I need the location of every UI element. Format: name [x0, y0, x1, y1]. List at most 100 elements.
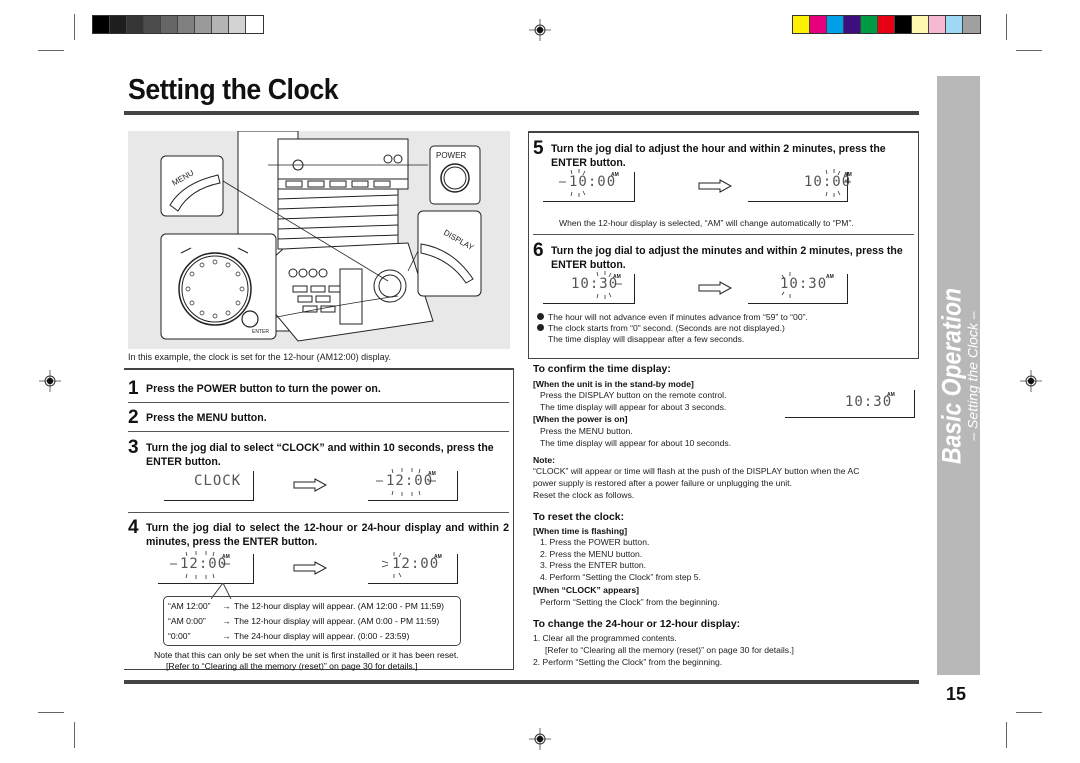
step-number: 4 [128, 517, 139, 538]
change-line: 1. Clear all the programmed contents. [533, 633, 677, 643]
steps-5-and-6: 5 Turn the jog dial to adjust the hour a… [528, 131, 919, 359]
calibration-swatch [878, 16, 895, 33]
reset-flashing-label: [When time is flashing] [533, 526, 628, 536]
calibration-swatch [844, 16, 861, 33]
bottom-rule [124, 680, 919, 684]
confirm-note-line: “CLOCK” will appear or time will flash a… [533, 466, 860, 476]
step-number: 6 [533, 240, 544, 261]
stereo-unit-drawing: MENU POWER DISPLAY ENTER [160, 130, 482, 342]
step-number: 5 [533, 138, 544, 159]
step-1: 1 Press the POWER button to turn the pow… [128, 378, 509, 399]
option-row: “0:00” → The 24-hour display will appear… [168, 631, 410, 641]
calibration-swatch [946, 16, 963, 33]
registration-mark-icon [529, 728, 551, 750]
power-label: POWER [436, 151, 466, 160]
flashing-icon [596, 271, 622, 299]
step-text: Turn the jog dial to select the 12-hour … [146, 522, 509, 548]
calibration-swatch [212, 16, 229, 33]
change-line: 2. Perform “Setting the Clock” from the … [533, 657, 723, 667]
registration-mark-icon [1020, 370, 1042, 392]
lcd-display-before: 10:30 AM [543, 271, 635, 304]
option-row: “AM 0:00” → The 12-hour display will app… [168, 616, 440, 626]
reset-clock-label: [When “CLOCK” appears] [533, 585, 639, 595]
confirm-standby-line: Press the DISPLAY button on the remote c… [540, 390, 727, 400]
lcd-am-indicator: AM [611, 172, 619, 178]
confirm-power-line: Press the MENU button. [540, 426, 633, 436]
step-5: 5 Turn the jog dial to adjust the hour a… [533, 138, 914, 237]
step-text: Turn the jog dial to adjust the hour and… [551, 143, 886, 169]
calibration-swatch [861, 16, 878, 33]
step-3: 3 Turn the jog dial to select “CLOCK” an… [128, 437, 509, 513]
lcd-value: CLOCK [194, 473, 242, 489]
bullet-icon [537, 324, 544, 331]
lcd-am-indicator: AM [826, 274, 834, 280]
jog-dial-callout: ENTER [160, 233, 277, 340]
calibration-swatch [963, 16, 980, 33]
crop-mark [74, 722, 75, 748]
step-number: 2 [128, 407, 139, 428]
confirm-standby-label: [When the unit is in the stand-by mode] [533, 379, 694, 389]
registration-mark-icon [39, 370, 61, 392]
arrow-right-icon [293, 561, 327, 575]
crop-mark [38, 712, 64, 713]
step-text: Press the POWER button to turn the power… [146, 383, 381, 395]
calibration-swatch [178, 16, 195, 33]
flashing-icon [781, 272, 791, 298]
calibration-swatch [127, 16, 144, 33]
confirm-note-line: Reset the clock as follows. [533, 490, 635, 500]
calibration-swatch [144, 16, 161, 33]
calibration-swatch [246, 16, 263, 33]
confirm-power-line: The time display will appear for about 1… [540, 438, 732, 448]
change-heading: To change the 24-hour or 12-hour display… [533, 619, 741, 630]
calibration-swatch [793, 16, 810, 33]
step-5-note: When the 12-hour display is selected, “A… [559, 218, 854, 228]
calibration-swatch [93, 16, 110, 33]
arrow-right-icon [698, 179, 732, 193]
crop-mark [38, 50, 64, 51]
title-rule [124, 111, 919, 115]
step-text: Press the MENU button. [146, 412, 267, 424]
page-title: Setting the Clock [128, 74, 339, 106]
reset-step: 3. Press the ENTER button. [540, 560, 647, 570]
crop-mark [74, 14, 75, 40]
step-number: 1 [128, 378, 139, 399]
flashing-icon [559, 169, 586, 197]
flashing-icon [376, 468, 436, 496]
registration-mark-icon [529, 19, 551, 41]
calibration-swatch [895, 16, 912, 33]
step-6-bullet: The hour will not advance even if minute… [537, 312, 808, 323]
gray-calibration-bar [92, 15, 264, 34]
lcd-display-after: 10:30 AM [748, 272, 848, 304]
display-mode-options: “AM 12:00” → The 12-hour display will ap… [163, 596, 461, 646]
steps-1-to-4: 1 Press the POWER button to turn the pow… [124, 368, 514, 671]
reset-heading: To reset the clock: [533, 512, 625, 523]
lcd-display-before: 12:00 AM [158, 551, 254, 584]
step-4-note: Note that this can only be set when the … [154, 650, 459, 660]
lcd-am-indicator: AM [434, 554, 442, 560]
lcd-display-before: 10:00 AM [543, 169, 635, 202]
confirm-note-line: power supply is restored after a power f… [533, 478, 792, 488]
calibration-swatch [929, 16, 946, 33]
change-line: [Refer to “Clearing all the memory (rese… [545, 645, 794, 655]
page-number: 15 [946, 684, 967, 704]
step-6-bullet-continuation: The time display will disappear after a … [548, 334, 745, 344]
calibration-swatch [195, 16, 212, 33]
menu-callout: MENU [160, 155, 224, 217]
step-text: Turn the jog dial to adjust the minutes … [551, 245, 903, 271]
step-2: 2 Press the MENU button. [128, 407, 509, 428]
step-4: 4 Turn the jog dial to select the 12-hou… [128, 517, 509, 671]
confirm-standby-line: The time display will appear for about 3… [540, 402, 727, 412]
option-row: “AM 12:00” → The 12-hour display will ap… [168, 601, 445, 611]
flashing-icon [170, 551, 230, 579]
crop-mark [1006, 722, 1007, 748]
step-divider [128, 512, 509, 513]
step-6-bullet: The clock starts from “0” second. (Secon… [537, 323, 785, 334]
crop-mark [1006, 14, 1007, 40]
calibration-swatch [810, 16, 827, 33]
reset-clock-line: Perform “Setting the Clock” from the beg… [540, 597, 720, 607]
step-text: Turn the jog dial to select “CLOCK” and … [146, 442, 494, 468]
crop-mark [1016, 712, 1042, 713]
confirm-note-label: Note: [533, 455, 555, 465]
reset-step: 4. Perform “Setting the Clock” from step… [540, 572, 701, 582]
lcd-display-before: CLOCK [164, 471, 254, 501]
